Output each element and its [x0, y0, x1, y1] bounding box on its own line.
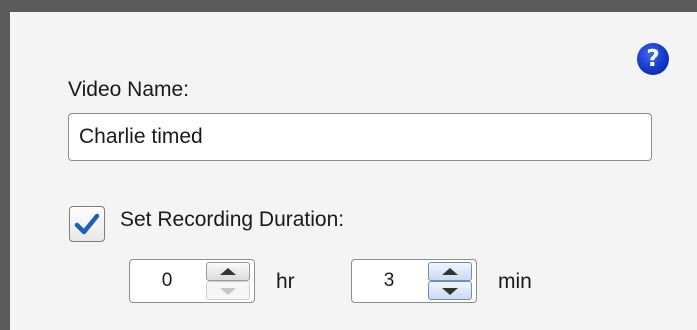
set-recording-duration-label[interactable]: Set Recording Duration: [120, 208, 344, 232]
video-name-label: Video Name: [68, 78, 190, 101]
chevron-up-icon [220, 268, 236, 275]
set-recording-duration-checkbox[interactable] [69, 206, 105, 242]
minutes-increment-button[interactable] [428, 262, 472, 281]
checkmark-icon [74, 213, 100, 235]
window-top-border [0, 0, 697, 12]
hours-increment-button[interactable] [206, 262, 250, 281]
help-icon[interactable]: ? [637, 43, 669, 75]
minutes-stepper[interactable]: 3 [351, 259, 477, 303]
video-name-input[interactable] [68, 113, 652, 161]
hours-unit-label: hr [276, 270, 295, 293]
minutes-decrement-button[interactable] [428, 281, 472, 300]
chevron-down-icon [442, 288, 458, 295]
window-left-border [0, 0, 10, 330]
minutes-unit-label: min [498, 270, 532, 293]
hours-value[interactable]: 0 [130, 260, 204, 302]
chevron-up-icon [442, 268, 458, 275]
chevron-down-icon [220, 288, 236, 295]
hours-decrement-button[interactable] [206, 281, 250, 300]
hours-stepper[interactable]: 0 [129, 259, 255, 303]
minutes-value[interactable]: 3 [352, 260, 426, 302]
